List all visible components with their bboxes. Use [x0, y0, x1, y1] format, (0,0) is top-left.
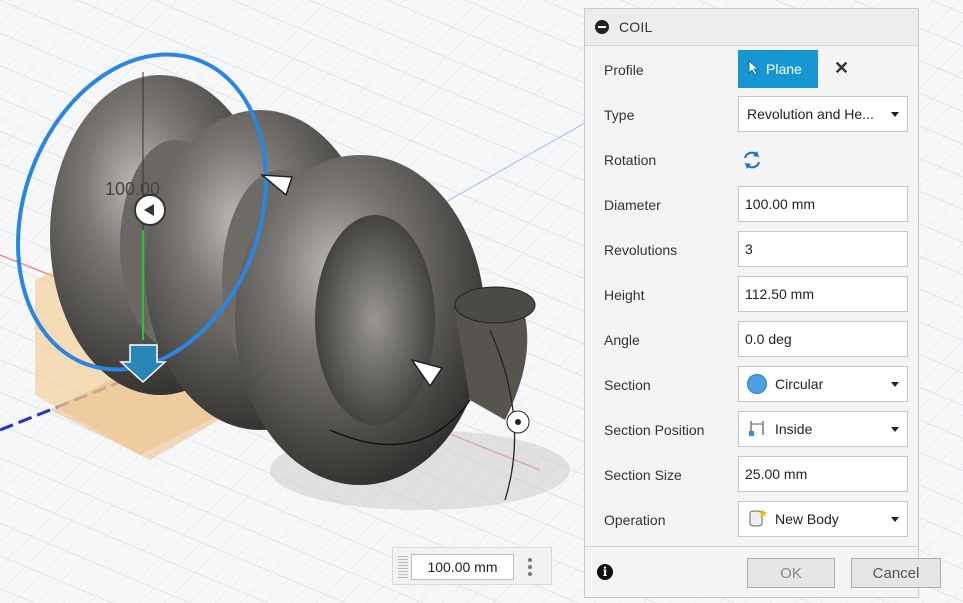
section-size-row: Section Size 25.00 mm — [585, 452, 918, 497]
section-position-value: Inside — [775, 421, 813, 437]
operation-row: Operation New Body — [585, 497, 918, 542]
revolutions-row: Revolutions 3 — [585, 227, 918, 272]
ok-button[interactable]: OK — [747, 558, 835, 588]
rotation-row: Rotation — [585, 137, 918, 182]
operation-dropdown[interactable]: New Body — [738, 501, 908, 537]
collapse-icon[interactable] — [595, 20, 609, 34]
measurement-input[interactable]: 100.00 mm — [411, 554, 514, 580]
height-row: Height 112.50 mm — [585, 272, 918, 317]
section-value: Circular — [775, 376, 824, 392]
dialog-footer: i OK Cancel — [585, 546, 941, 597]
cancel-button[interactable]: Cancel — [851, 558, 941, 588]
type-value: Revolution and He... — [747, 106, 874, 122]
angle-label: Angle — [604, 331, 640, 348]
measurement-widget: 100.00 mm — [392, 547, 552, 585]
revolutions-field[interactable]: 3 — [738, 231, 908, 267]
section-dropdown[interactable]: Circular — [738, 366, 908, 402]
inside-position-icon — [747, 418, 767, 441]
diameter-label: Diameter — [604, 196, 661, 213]
coil-dialog: COIL Profile Plane ✕ Type Revolution and… — [584, 8, 941, 598]
operation-value: New Body — [775, 511, 839, 527]
profile-label: Profile — [604, 61, 644, 78]
section-position-row: Section Position Inside — [585, 407, 918, 452]
chevron-down-icon — [891, 382, 899, 387]
type-dropdown[interactable]: Revolution and He... — [738, 96, 908, 132]
chevron-down-icon — [891, 427, 899, 432]
dialog-header: COIL — [585, 9, 918, 46]
dialog-title: COIL — [619, 19, 653, 35]
revolutions-label: Revolutions — [604, 241, 678, 258]
angle-field[interactable]: 0.0 deg — [738, 321, 908, 357]
circle-section-icon — [747, 374, 767, 394]
chevron-down-icon — [891, 517, 899, 522]
rotate-icon[interactable] — [741, 149, 763, 174]
chevron-down-icon — [891, 112, 899, 117]
type-row: Type Revolution and He... — [585, 92, 918, 137]
operation-label: Operation — [604, 511, 666, 528]
rotation-label: Rotation — [604, 151, 657, 168]
close-icon[interactable]: ✕ — [834, 58, 849, 79]
type-label: Type — [604, 106, 635, 123]
more-options-icon[interactable] — [527, 556, 533, 578]
diameter-row: Diameter 100.00 mm — [585, 182, 918, 227]
profile-select-button[interactable]: Plane — [738, 50, 818, 88]
section-label: Section — [604, 376, 651, 393]
new-body-icon — [747, 508, 767, 531]
height-label: Height — [604, 286, 645, 303]
section-position-label: Section Position — [604, 421, 705, 438]
profile-button-label: Plane — [766, 61, 802, 77]
angle-row: Angle 0.0 deg — [585, 317, 918, 362]
section-row: Section Circular — [585, 362, 918, 407]
dimension-label: 100.00 — [105, 179, 160, 199]
info-icon[interactable]: i — [597, 564, 613, 580]
cursor-arrow-icon — [748, 59, 760, 79]
section-size-field[interactable]: 25.00 mm — [738, 456, 908, 492]
profile-row: Profile Plane ✕ — [585, 47, 918, 92]
diameter-field[interactable]: 100.00 mm — [738, 186, 908, 222]
height-field[interactable]: 112.50 mm — [738, 276, 908, 312]
section-position-dropdown[interactable]: Inside — [738, 411, 908, 447]
drag-handle[interactable] — [398, 556, 408, 578]
section-size-label: Section Size — [604, 466, 682, 483]
